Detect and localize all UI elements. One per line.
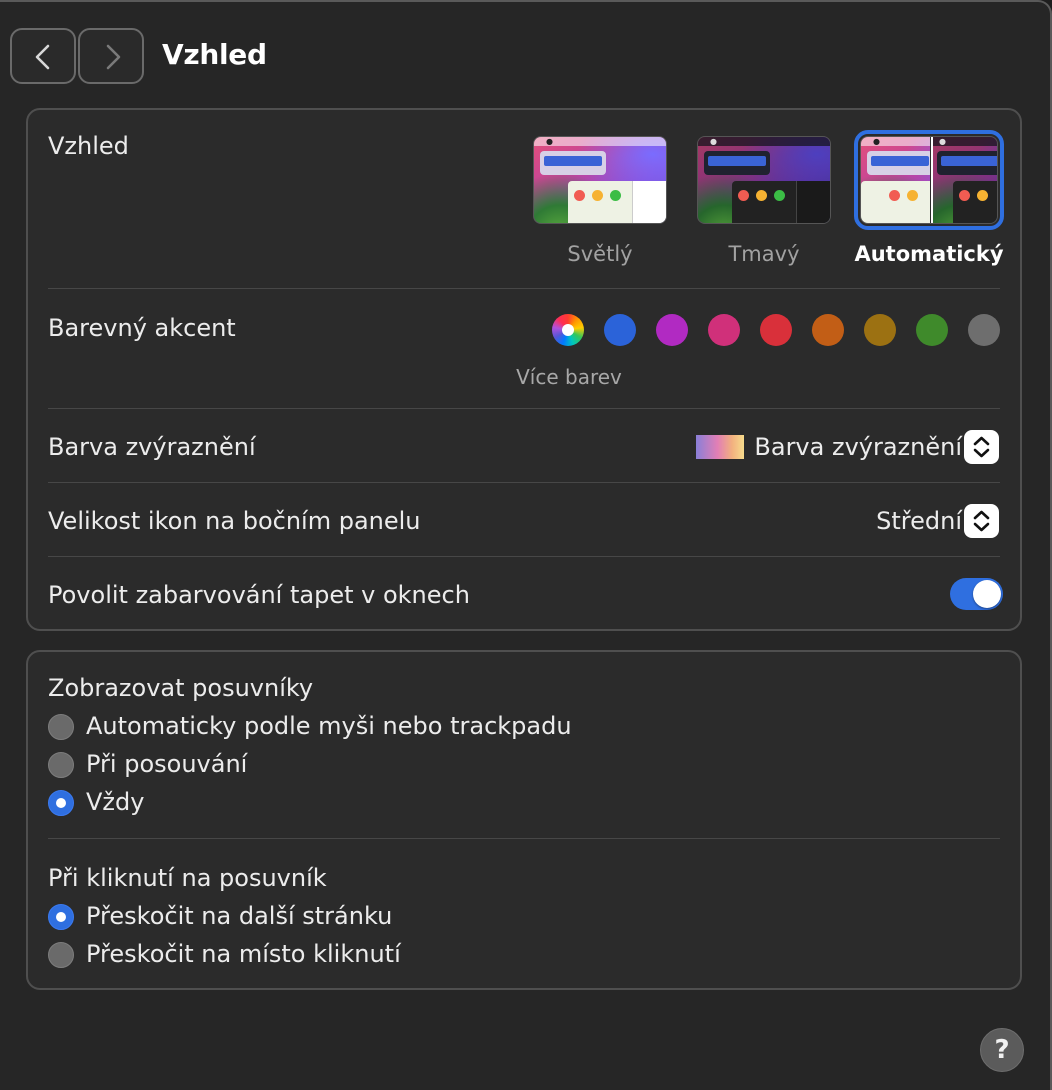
accent-purple-swatch[interactable]: [656, 314, 688, 346]
divider: [48, 556, 1000, 557]
scrollbars-panel: Zobrazovat posuvníky Automaticky podle m…: [26, 650, 1022, 990]
radio-label: Při posouvání: [86, 750, 248, 778]
radio-label: Přeskočit na místo kliknutí: [86, 940, 401, 968]
accent-multicolor-swatch[interactable]: [552, 314, 584, 346]
radio-label: Vždy: [86, 788, 145, 816]
highlight-label: Barva zvýraznění: [48, 433, 256, 461]
appearance-dark-option[interactable]: ●: [697, 136, 831, 224]
appearance-light-option[interactable]: ●: [533, 136, 667, 224]
chevron-left-icon: [35, 44, 50, 70]
appearance-panel: Vzhled ● ● ● ● Světlý Tmavý Automatický …: [26, 108, 1022, 631]
accent-green-swatch[interactable]: [916, 314, 948, 346]
highlight-color-swatch: [696, 435, 744, 459]
apple-icon: ●: [710, 137, 717, 146]
accent-graphite-swatch[interactable]: [968, 314, 1000, 346]
scroll-click-label: Při kliknutí na posuvník: [48, 864, 327, 892]
highlight-select-value[interactable]: Barva zvýraznění: [754, 433, 962, 461]
forward-button[interactable]: [78, 28, 144, 84]
accent-red-swatch[interactable]: [760, 314, 792, 346]
back-button[interactable]: [10, 28, 76, 84]
help-button[interactable]: ?: [980, 1028, 1024, 1072]
radio-button[interactable]: [48, 714, 74, 740]
apple-icon: ●: [546, 137, 553, 146]
divider: [48, 408, 1000, 409]
radio-label: Automaticky podle myši nebo trackpadu: [86, 712, 572, 740]
settings-window: Vzhled Vzhled ● ● ● ● Světlý Tmavý Autom…: [0, 0, 1052, 1090]
radio-button[interactable]: [48, 942, 74, 968]
auto-dark-half: ●: [931, 137, 997, 223]
sidebar-icon-size-label: Velikost ikon na bočním panelu: [48, 507, 421, 535]
dark-window-preview: [732, 181, 830, 223]
accent-orange-swatch[interactable]: [812, 314, 844, 346]
toggle-knob: [973, 580, 1001, 608]
radio-label: Přeskočit na další stránku: [86, 902, 393, 930]
wallpaper-tinting-label: Povolit zabarvování tapet v oknech: [48, 581, 470, 609]
appearance-light-label: Světlý: [567, 242, 633, 266]
accent-yellow-swatch[interactable]: [864, 314, 896, 346]
appearance-auto-option[interactable]: ● ●: [854, 130, 1004, 230]
chevron-updown-icon: [973, 510, 990, 532]
apple-icon: ●: [939, 137, 946, 146]
accent-blue-swatch[interactable]: [604, 314, 636, 346]
radio-button[interactable]: [48, 752, 74, 778]
appearance-auto-label: Automatický: [854, 242, 1004, 266]
radio-button[interactable]: [48, 790, 74, 816]
accent-multicolor-label: Více barev: [516, 365, 622, 389]
page-title: Vzhled: [162, 38, 267, 71]
show-scrollbars-label: Zobrazovat posuvníky: [48, 674, 314, 702]
radio-button[interactable]: [48, 904, 74, 930]
apple-icon: ●: [873, 137, 880, 146]
highlight-select-stepper[interactable]: [964, 430, 999, 464]
divider: [48, 482, 1000, 483]
sidebar-icon-size-stepper[interactable]: [964, 504, 999, 538]
accent-label: Barevný akcent: [48, 314, 236, 342]
light-window-preview: [568, 181, 666, 223]
chevron-updown-icon: [973, 436, 990, 458]
divider: [48, 838, 1000, 839]
appearance-dark-label: Tmavý: [728, 242, 800, 266]
divider: [48, 288, 1000, 289]
sidebar-icon-size-value[interactable]: Střední: [876, 507, 962, 535]
accent-pink-swatch[interactable]: [708, 314, 740, 346]
wallpaper-tinting-toggle[interactable]: [950, 578, 1003, 610]
auto-light-half: ●: [861, 137, 930, 223]
chevron-right-icon: [106, 44, 121, 70]
appearance-label: Vzhled: [48, 132, 129, 160]
